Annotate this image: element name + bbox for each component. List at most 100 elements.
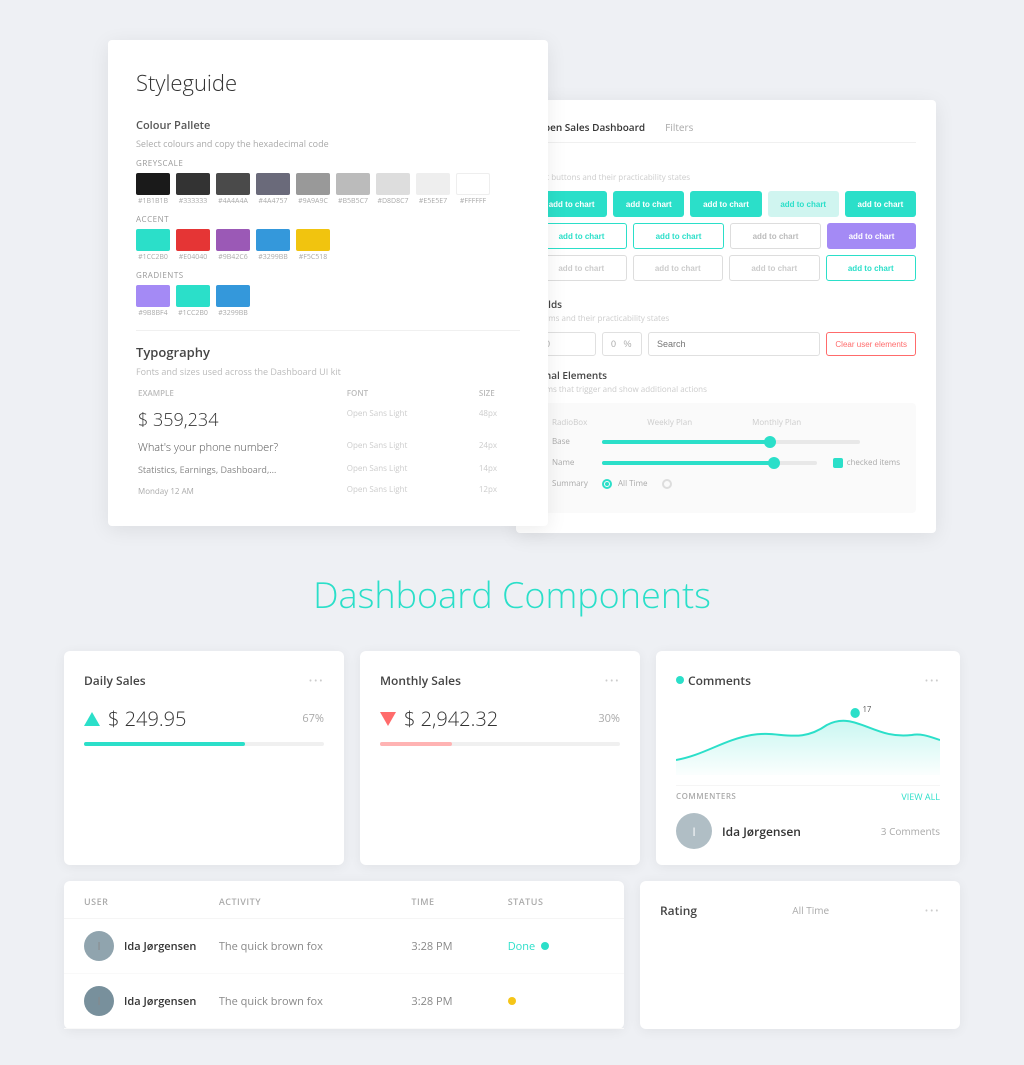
btn-add-to-chart-outline-1[interactable]: add to chart: [536, 223, 627, 249]
gradients-label: GRADIENTS: [136, 270, 520, 281]
trend-down-icon: [380, 712, 396, 726]
functional-title: ional Elements: [536, 368, 916, 382]
table-card: USER ACTIVITY TIME STATUS I Ida Jørgense…: [64, 881, 624, 1029]
btn-add-to-chart-4[interactable]: add to chart: [768, 191, 839, 217]
daily-sales-amount: $ 249.95: [108, 705, 186, 732]
radio-selected[interactable]: [602, 479, 612, 489]
chart-area: [676, 721, 940, 775]
checkbox-label: checked items: [847, 457, 900, 468]
radio-group: All Time: [602, 478, 672, 489]
btn-add-to-chart-outline-gray-1[interactable]: add to chart: [536, 255, 627, 281]
right-panel-card: Open Sales Dashboard Filters ts Get butt…: [516, 100, 936, 533]
fields-title: fields: [536, 297, 916, 311]
radio-unselected[interactable]: [662, 479, 672, 489]
rating-period: All Time: [792, 903, 829, 917]
col-status: STATUS: [508, 895, 604, 908]
btn-add-to-chart-outline-gray-2[interactable]: add to chart: [633, 255, 724, 281]
row-user-name-1: Ida Jørgensen: [124, 939, 196, 954]
colour-pallete-sub: Select colours and copy the hexadecimal …: [136, 137, 520, 150]
slider-row-1: Base: [552, 436, 900, 447]
tab-filters[interactable]: Filters: [665, 120, 693, 134]
accent-label: ACCENT: [136, 214, 520, 225]
monthly-sales-pct: 30%: [598, 711, 620, 726]
button-row-1: add to chart add to chart add to chart a…: [536, 191, 916, 217]
btn-add-to-chart-3[interactable]: add to chart: [690, 191, 761, 217]
button-row-2: add to chart add to chart add to chart a…: [536, 223, 916, 249]
swatch-item: #FFFFFF: [456, 173, 490, 206]
slider-track-2[interactable]: [602, 461, 817, 465]
daily-sales-progress-fill: [84, 742, 245, 746]
view-all-link[interactable]: VIEW ALL: [901, 790, 940, 803]
swatch: [376, 173, 410, 195]
row-avatar-1: I: [84, 931, 114, 961]
swatch-item: #1CC2B0: [136, 229, 170, 262]
swatch-item: #3299BB: [256, 229, 290, 262]
row-user-1: I Ida Jørgensen: [84, 931, 219, 961]
row-time-2: 3:28 PM: [411, 994, 507, 1009]
slider-col-label: RadioBox: [552, 417, 587, 428]
swatch-item: #E5E5E7: [416, 173, 450, 206]
slider-thumb-1[interactable]: [764, 436, 776, 448]
btn-clear-elements[interactable]: Clear user elements: [826, 332, 916, 356]
commenter-avatar: I: [676, 813, 712, 849]
daily-sales-title: Daily Sales: [84, 672, 146, 689]
daily-sales-header: Daily Sales ···: [84, 669, 324, 691]
slider-track-1[interactable]: [602, 440, 860, 444]
monthly-sales-icon-amount: $ 2,942.32: [380, 705, 498, 732]
typo-row-dollar: $ 359,234 Open Sans Light 48px: [138, 405, 518, 435]
slider-label-1: Base: [552, 436, 592, 447]
row-status-1: Done: [508, 939, 604, 954]
slider-thumb-2[interactable]: [768, 457, 780, 469]
typo-example-small: Statistics, Earnings, Dashboard,...: [138, 463, 276, 476]
btn-add-to-chart-outline-2[interactable]: add to chart: [633, 223, 724, 249]
typo-font-4: Open Sans Light: [347, 481, 477, 500]
swatch-item: #9A9A9C: [296, 173, 330, 206]
accent-swatches: #1CC2B0 #E04040 #9B42C6 #3299BB #F5C518: [136, 229, 520, 262]
typo-size-1: 48px: [479, 405, 518, 435]
section-title: Dashboard Components: [64, 560, 960, 619]
swatch: [416, 173, 450, 195]
field-search-input[interactable]: [648, 332, 820, 356]
swatch-item: #4A4A4A: [216, 173, 250, 206]
slider-label-2: Name: [552, 457, 592, 468]
swatch: [296, 229, 330, 251]
button-grid: add to chart add to chart add to chart a…: [536, 191, 916, 281]
btn-disabled: add to chart: [730, 223, 821, 249]
daily-sales-progress-container: [84, 742, 324, 746]
styleguide-title: Styleguide: [136, 68, 520, 98]
typo-size-3: 14px: [479, 460, 518, 479]
status-done-1: Done: [508, 939, 536, 954]
btn-add-to-chart-outline-gray-3[interactable]: add to chart: [729, 255, 820, 281]
table-row: I Ida Jørgensen The quick brown fox 3:28…: [64, 919, 624, 974]
buttons-sub: Get buttons and their practicability sta…: [536, 172, 916, 183]
right-panel-tabs[interactable]: Open Sales Dashboard Filters: [536, 120, 916, 143]
monthly-sales-menu[interactable]: ···: [604, 669, 620, 691]
tab-open-sales[interactable]: Open Sales Dashboard: [536, 120, 645, 134]
typo-font-3: Open Sans Light: [347, 460, 477, 479]
btn-add-to-chart-2[interactable]: add to chart: [613, 191, 684, 217]
slider-col-range: Monthly Plan: [752, 417, 801, 428]
swatch: [136, 229, 170, 251]
colour-pallete-label: Colour Pallete: [136, 118, 520, 133]
typo-example-dollar: $ 359,234: [138, 408, 218, 432]
table-row-2: I Ida Jørgensen The quick brown fox 3:28…: [64, 974, 624, 1029]
typo-row-tiny: Monday 12 AM Open Sans Light 12px: [138, 481, 518, 500]
btn-add-to-chart-purple[interactable]: add to chart: [827, 223, 916, 249]
swatch: [136, 173, 170, 195]
swatch: [256, 229, 290, 251]
comments-menu[interactable]: ···: [924, 669, 940, 691]
swatch: [216, 229, 250, 251]
slider-labels-row: RadioBox Weekly Plan Monthly Plan: [552, 417, 900, 428]
daily-sales-menu[interactable]: ···: [308, 669, 324, 691]
slider-fill-1: [602, 440, 770, 444]
monthly-sales-progress-container: [380, 742, 620, 746]
monthly-sales-header: Monthly Sales ···: [380, 669, 620, 691]
field-pct-input[interactable]: [602, 332, 642, 356]
swatch-item: #4A4757: [256, 173, 290, 206]
checkbox-checked[interactable]: [833, 458, 843, 468]
btn-add-to-chart-5[interactable]: add to chart: [845, 191, 916, 217]
row-user-2: I Ida Jørgensen: [84, 986, 219, 1016]
btn-add-to-chart-outline-teal[interactable]: add to chart: [826, 255, 917, 281]
dashboard-cards-row-1: Daily Sales ··· $ 249.95 67% Monthly Sal…: [64, 651, 960, 865]
rating-menu[interactable]: ···: [924, 899, 940, 921]
